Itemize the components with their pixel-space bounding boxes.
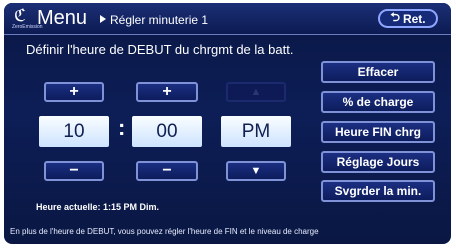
- minute-increment-button[interactable]: +: [136, 82, 198, 102]
- breadcrumb: Régler minuterie 1: [110, 13, 209, 27]
- arrow-down-icon: ▼: [250, 165, 262, 177]
- zero-emission-logo: ℭ ZeroEmission: [12, 6, 43, 32]
- end-time-button[interactable]: Heure FIN chrg: [321, 121, 435, 143]
- plus-icon: +: [69, 83, 79, 100]
- menu-title: Menu: [37, 7, 88, 29]
- minute-decrement-button[interactable]: −: [136, 161, 198, 181]
- instruction-text: Définir l'heure de DEBUT du chrgmt de la…: [26, 42, 294, 57]
- minus-icon: −: [162, 162, 172, 179]
- hour-field[interactable]: 10: [39, 116, 109, 147]
- minute-field[interactable]: 00: [132, 116, 202, 147]
- save-timer-button[interactable]: Svgrder la min.: [321, 180, 435, 202]
- charge-percent-button[interactable]: % de charge: [321, 91, 435, 113]
- return-button[interactable]: ⮌ Ret.: [378, 9, 438, 28]
- ampm-field[interactable]: PM: [221, 116, 291, 147]
- time-separator: :: [118, 115, 126, 140]
- ampm-up-button: ▲: [226, 82, 286, 102]
- ampm-down-button[interactable]: ▼: [226, 161, 286, 181]
- days-setting-button[interactable]: Réglage Jours: [321, 151, 435, 173]
- breadcrumb-arrow-icon: [100, 15, 106, 23]
- header-bar: ℭ ZeroEmission Menu Régler minuterie 1 ⮌…: [4, 3, 451, 35]
- minus-icon: −: [69, 162, 79, 179]
- return-label: Ret.: [402, 11, 426, 26]
- hour-decrement-button[interactable]: −: [44, 161, 104, 181]
- nav-screen: ℭ ZeroEmission Menu Régler minuterie 1 ⮌…: [4, 3, 451, 244]
- current-time-label: Heure actuelle: 1:15 PM Dim.: [36, 202, 160, 212]
- plus-icon: +: [162, 83, 172, 100]
- return-arrow-icon: ⮌: [390, 10, 400, 24]
- hour-increment-button[interactable]: +: [44, 82, 104, 102]
- arrow-up-icon: ▲: [250, 86, 262, 98]
- clear-button[interactable]: Effacer: [321, 61, 435, 83]
- swirl-icon: ℭ: [14, 6, 26, 25]
- hint-text: En plus de l'heure de DEBUT, vous pouvez…: [10, 227, 319, 236]
